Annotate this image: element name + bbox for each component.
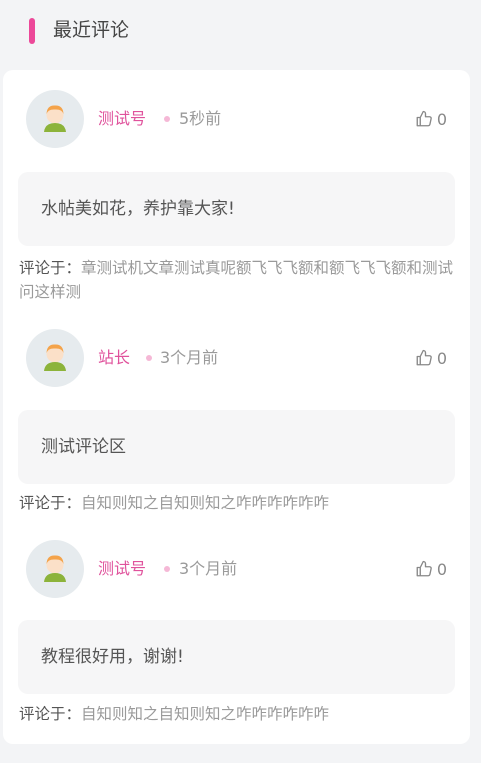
comment-bubble: 教程很好用，谢谢! (18, 620, 455, 694)
comment-time: 5秒前 (179, 109, 222, 128)
accent-bar (29, 18, 35, 44)
comment-target-title[interactable]: 章测试机文章测试真呢额飞飞飞额和额飞飞飞额和测试问这样测 (19, 259, 453, 301)
comment-bubble: 测试评论区 (18, 410, 455, 484)
user-avatar-icon[interactable] (26, 540, 84, 598)
like-button[interactable]: 0 (415, 346, 447, 370)
comments-card: 测试号 5秒前 0 水帖美如花，养护靠大家! 评论于：章测试机文章测试真呢额飞飞… (3, 70, 470, 744)
section-header: 最近评论 (0, 0, 481, 62)
comment-target-label: 评论于： (19, 705, 82, 723)
comment-target: 评论于：自知则知之自知则知之咋咋咋咋咋咋 (19, 491, 459, 515)
separator-dot (164, 116, 170, 122)
comment-header: 测试号 3个月前 0 (3, 540, 470, 600)
comment-author[interactable]: 测试号 (98, 107, 146, 131)
section-title: 最近评论 (53, 19, 130, 41)
comment-target: 评论于：自知则知之自知则知之咋咋咋咋咋咋 (19, 702, 459, 726)
separator-dot (164, 566, 170, 572)
comment-time: 3个月前 (179, 559, 238, 578)
comment-text: 教程很好用，谢谢! (41, 647, 184, 667)
like-button[interactable]: 0 (415, 107, 447, 131)
like-count: 0 (436, 109, 447, 129)
comment-author[interactable]: 站长 (98, 346, 130, 370)
like-count: 0 (436, 348, 447, 368)
comment-target-label: 评论于： (19, 494, 82, 512)
comment-text: 测试评论区 (41, 437, 126, 457)
thumbs-up-icon (416, 349, 432, 366)
comment-text: 水帖美如花，养护靠大家! (41, 199, 235, 219)
user-avatar-icon[interactable] (26, 90, 84, 148)
like-button[interactable]: 0 (415, 557, 447, 581)
thumbs-up-icon (416, 560, 432, 577)
like-count: 0 (436, 559, 447, 579)
comment-target-label: 评论于： (19, 259, 82, 277)
comment-bubble: 水帖美如花，养护靠大家! (18, 172, 455, 246)
comment-header: 测试号 5秒前 0 (3, 90, 470, 150)
comment-target-title[interactable]: 自知则知之自知则知之咋咋咋咋咋咋 (81, 494, 329, 512)
comment-target-title[interactable]: 自知则知之自知则知之咋咋咋咋咋咋 (81, 705, 329, 723)
thumbs-up-icon (416, 110, 432, 127)
comment-target: 评论于：章测试机文章测试真呢额飞飞飞额和额飞飞飞额和测试问这样测 (19, 256, 459, 304)
user-avatar-icon[interactable] (26, 329, 84, 387)
comment-header: 站长 3个月前 0 (3, 329, 470, 389)
separator-dot (146, 355, 152, 361)
comment-time: 3个月前 (160, 348, 219, 367)
comment-author[interactable]: 测试号 (98, 557, 146, 581)
